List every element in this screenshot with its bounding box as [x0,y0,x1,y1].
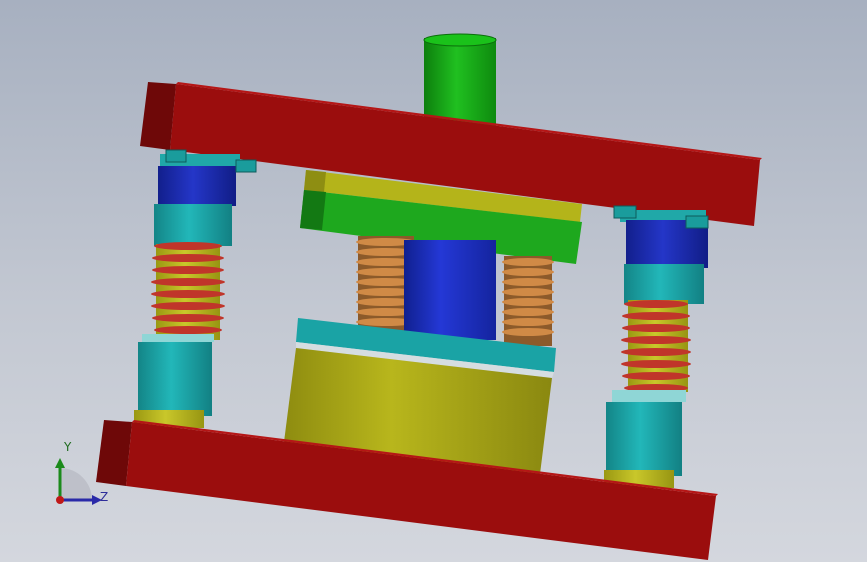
origin-icon [56,496,64,504]
punch-icon[interactable] [404,240,496,340]
guide-post-right-icon[interactable] [604,205,709,488]
cad-viewport[interactable]: Y Z [0,0,867,562]
guide-post-left-icon[interactable] [134,149,257,428]
y-axis-label: Y [64,440,72,454]
triad-graphic [55,458,102,505]
die-set-model[interactable] [0,0,867,562]
z-axis-label: Z [100,490,109,504]
axis-triad[interactable]: Y Z [40,438,120,518]
